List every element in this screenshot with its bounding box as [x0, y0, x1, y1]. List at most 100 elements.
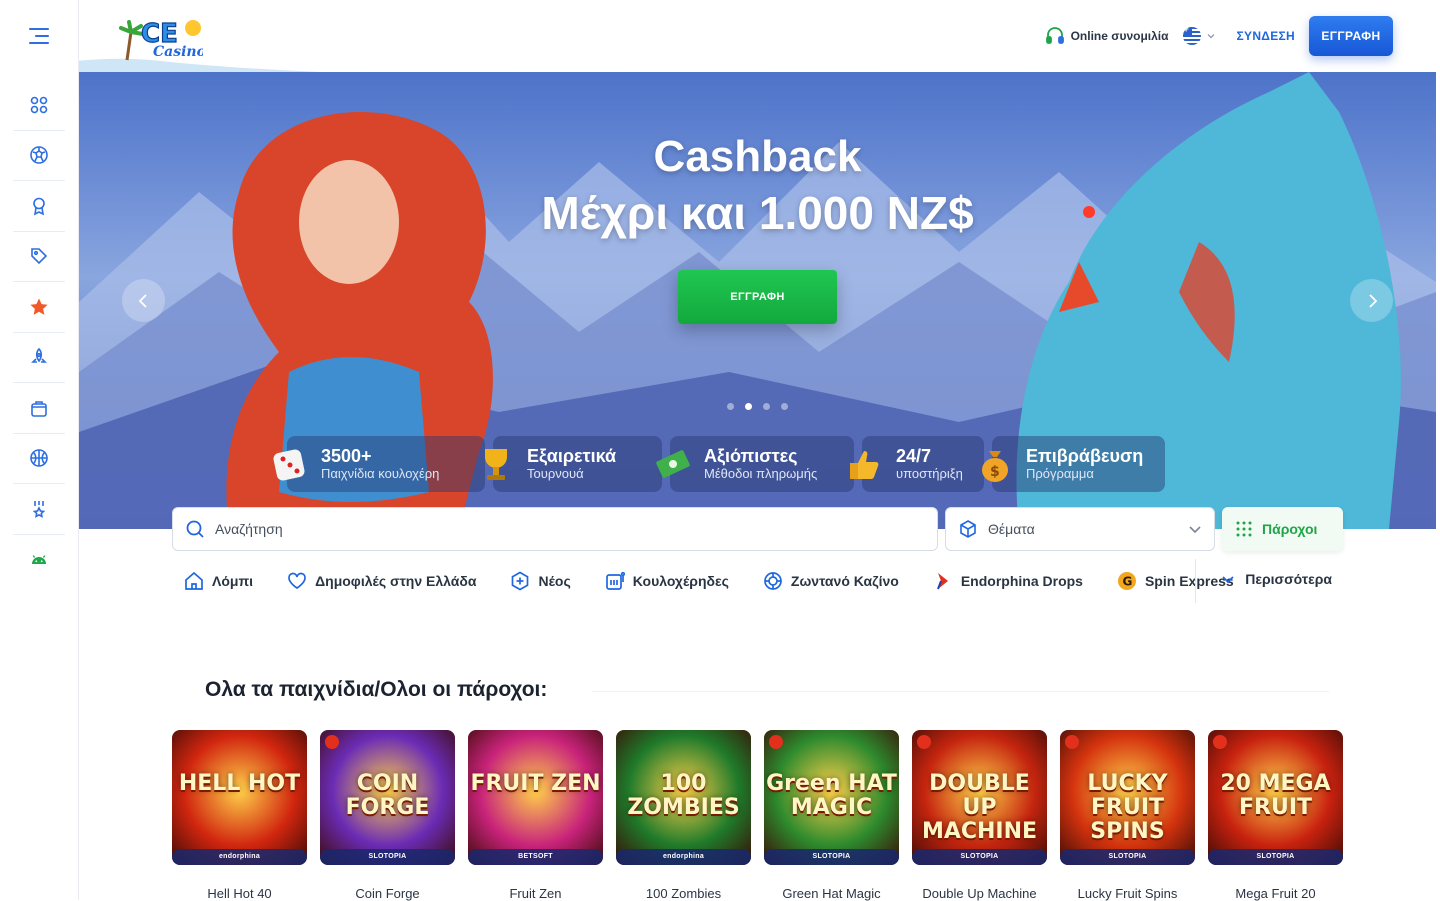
chevron-left-icon: [138, 293, 147, 308]
feature-title: Αξιόπιστες: [704, 445, 798, 466]
game-thumbnail[interactable]: Green HAT MAGIC SLOTOPIA: [764, 730, 899, 865]
category-new[interactable]: Νέος: [510, 571, 571, 591]
sidebar-item-sports[interactable]: [13, 131, 65, 181]
section-title: Ολα τα παιχνίδια/Ολοι οι πάροχοι:: [205, 678, 548, 701]
online-chat-link[interactable]: Online συνομιλία: [1045, 26, 1169, 46]
feature-subtitle: Τουρνουά: [527, 465, 584, 481]
prev-slide-button[interactable]: [122, 279, 165, 322]
game-art-title: HELL HOT: [178, 771, 301, 796]
login-button[interactable]: ΣΥΝΔΕΣΗ: [1237, 29, 1295, 43]
game-title[interactable]: Fruit Zen: [468, 886, 603, 901]
money-icon: [656, 450, 690, 478]
sidebar-item-awards[interactable]: [13, 181, 65, 232]
category-popular-greece[interactable]: Δημοφιλές στην Ελλάδα: [287, 571, 476, 591]
ice-casino-logo[interactable]: CE Casino: [119, 12, 203, 62]
provider-badge: SLOTOPIA: [1060, 849, 1195, 865]
slide-dot[interactable]: [781, 403, 788, 410]
game-title[interactable]: Mega Fruit 20: [1208, 886, 1343, 901]
game-thumbnail[interactable]: FRUIT ZEN BETSOFT: [468, 730, 603, 865]
category-label: Λόμπι: [212, 573, 254, 589]
provider-badge: endorphina: [172, 849, 307, 865]
signup-button[interactable]: ΕΓΓΡΑΦΗ: [1309, 16, 1393, 56]
sidebar-item-crash[interactable]: [13, 333, 65, 383]
feature-subtitle: Παιχνίδια κουλοχέρη: [321, 465, 440, 481]
game-thumbnail[interactable]: HELL HOT endorphina: [172, 730, 307, 865]
game-card[interactable]: LUCKY FRUIT SPINS SLOTOPIA Lucky Fruit Spi…: [1060, 730, 1195, 901]
menu-icon[interactable]: [29, 28, 49, 44]
chip-icon: [764, 572, 782, 590]
hot-badge-icon: [1065, 735, 1079, 749]
language-selector[interactable]: [1182, 27, 1215, 45]
feature-subtitle: υποστήριξη: [896, 465, 963, 481]
slide-dot-active[interactable]: [745, 403, 752, 410]
chevron-down-icon: [1222, 576, 1234, 584]
game-thumbnail[interactable]: COIN FORGE SLOTOPIA: [320, 730, 455, 865]
home-icon: [185, 571, 203, 590]
game-title[interactable]: Hell Hot 40: [172, 886, 307, 901]
game-card[interactable]: FRUIT ZEN BETSOFT Fruit Zen: [468, 730, 603, 901]
game-thumbnail[interactable]: DOUBLE UP MACHINE SLOTOPIA: [912, 730, 1047, 865]
provider-badge: SLOTOPIA: [912, 849, 1047, 865]
sidebar-item-featured[interactable]: [13, 282, 65, 333]
game-card[interactable]: COIN FORGE SLOTOPIA Coin Forge: [320, 730, 455, 901]
game-title[interactable]: Lucky Fruit Spins: [1060, 886, 1195, 901]
search-icon: [186, 520, 204, 538]
game-thumbnail[interactable]: 100 ZOMBIES endorphina: [616, 730, 751, 865]
game-card[interactable]: Green HAT MAGIC SLOTOPIA Green Hat Magic: [764, 730, 899, 901]
category-slots[interactable]: Κουλοχέρηδες: [605, 571, 729, 591]
chevron-right-icon: [1368, 293, 1377, 308]
sidebar: [0, 0, 79, 900]
game-art-title: COIN FORGE: [345, 771, 430, 820]
game-art-title: FRUIT ZEN: [470, 771, 601, 796]
headset-icon: [1045, 27, 1064, 44]
game-thumbnail[interactable]: LUCKY FRUIT SPINS SLOTOPIA: [1060, 730, 1195, 865]
grid-icon: [30, 96, 48, 114]
feature-badges: 3500+ Παιχνίδια κουλοχέρη Εξαιρετικά Τουρν…: [273, 436, 1173, 492]
game-card[interactable]: 100 ZOMBIES endorphina 100 Zombies: [616, 730, 751, 901]
sidebar-nav: [13, 80, 65, 585]
dots-grid-icon: [1236, 521, 1252, 537]
game-card[interactable]: HELL HOT endorphina Hell Hot 40: [172, 730, 307, 901]
category-spin-express[interactable]: G Spin Express: [1117, 571, 1234, 591]
feature-title: Εξαιρετικά: [527, 445, 617, 466]
hero-signup-button[interactable]: ΕΓΓΡΑΦΗ: [678, 270, 837, 324]
more-categories-button[interactable]: Περισσότερα: [1221, 571, 1332, 587]
nav-divider: [1195, 559, 1196, 603]
sidebar-item-basketball[interactable]: [13, 434, 65, 484]
cube-icon: [960, 520, 976, 538]
provider-badge: BETSOFT: [468, 849, 603, 865]
feature-badge: Αξιόπιστες Μέθοδοι πληρωμής: [656, 436, 854, 492]
game-title[interactable]: Double Up Machine: [912, 886, 1047, 901]
hot-badge-icon: [1213, 735, 1227, 749]
next-slide-button[interactable]: [1350, 279, 1393, 322]
category-live-casino[interactable]: Ζωντανό Καζίνο: [763, 571, 899, 591]
game-title[interactable]: Coin Forge: [320, 886, 455, 901]
sidebar-item-shop[interactable]: [13, 383, 65, 434]
rocket-icon: [31, 348, 47, 364]
game-art-title: DOUBLE UP MACHINE: [921, 771, 1038, 844]
sidebar-item-promotions[interactable]: [13, 232, 65, 282]
svg-text:G: G: [1122, 575, 1132, 589]
sidebar-item-tournaments[interactable]: [13, 484, 65, 535]
providers-button[interactable]: Πάροχοι: [1222, 507, 1343, 551]
game-card[interactable]: 20 MEGA FRUIT SLOTOPIA Mega Fruit 20: [1208, 730, 1343, 901]
game-title[interactable]: 100 Zombies: [616, 886, 751, 901]
search-input[interactable]: Αναζήτηση: [172, 507, 938, 551]
provider-badge: SLOTOPIA: [1208, 849, 1343, 865]
providers-label: Πάροχοι: [1262, 521, 1318, 537]
category-endorphina-drops[interactable]: Endorphina Drops: [933, 571, 1083, 591]
sidebar-item-android[interactable]: [13, 535, 65, 586]
game-card[interactable]: DOUBLE UP MACHINE SLOTOPIA Double Up Machi…: [912, 730, 1047, 901]
hot-badge-icon: [769, 735, 783, 749]
trophy-icon: [32, 500, 46, 518]
slide-dot[interactable]: [727, 403, 734, 410]
game-title[interactable]: Green Hat Magic: [764, 886, 899, 901]
game-thumbnail[interactable]: 20 MEGA FRUIT SLOTOPIA: [1208, 730, 1343, 865]
hot-badge-icon: [917, 735, 931, 749]
category-lobby[interactable]: Λόμπι: [184, 571, 253, 591]
themes-dropdown[interactable]: Θέματα: [945, 507, 1215, 551]
feature-title: Επιβράβευση: [1026, 445, 1144, 466]
sidebar-item-grid[interactable]: [13, 80, 65, 131]
game-art-title: Green HAT MAGIC: [766, 771, 897, 820]
slide-dot[interactable]: [763, 403, 770, 410]
